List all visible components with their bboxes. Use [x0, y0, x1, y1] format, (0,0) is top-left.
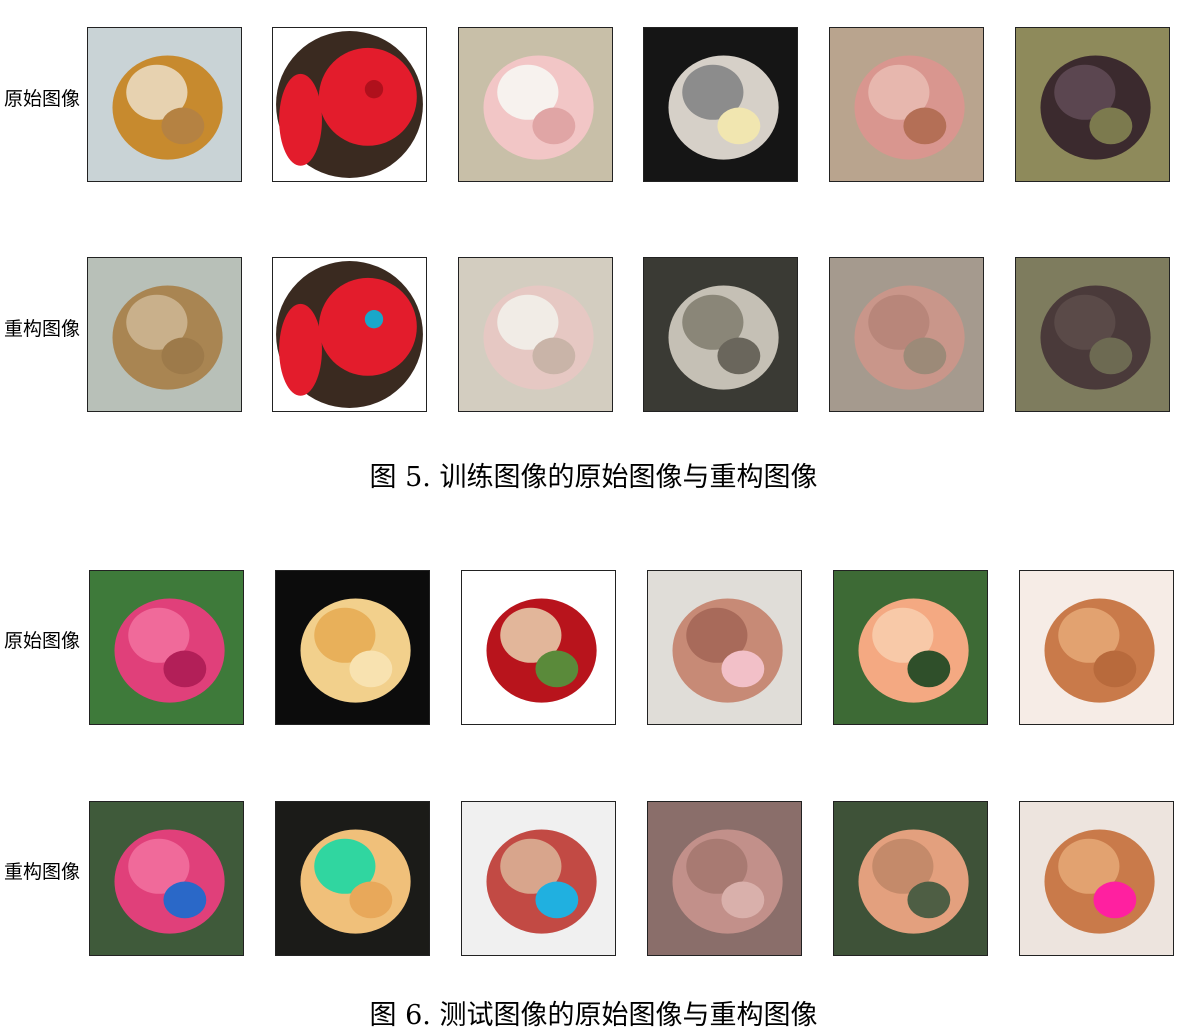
- newborn-recon-image: [829, 257, 984, 412]
- figure-6-caption: 图 6. 测试图像的原始图像与重构图像: [369, 1000, 818, 1031]
- red-rose-recon-image: [272, 257, 427, 412]
- peach-rose-image: [833, 570, 988, 725]
- baby-pink-hat-image: [458, 27, 613, 182]
- baby-dress-black-image: [643, 27, 798, 182]
- figure-5: 原始图像 重构图像 图 5. 训练图像的原始图像与重构图像: [0, 0, 1187, 500]
- row-label-reconstructed: 重构图像: [4, 861, 81, 883]
- cream-rose-image: [87, 27, 242, 182]
- baby-recon-image: [458, 257, 613, 412]
- dress-recon-image: [643, 257, 798, 412]
- dog-recon-image: [1015, 257, 1170, 412]
- baby-face-recon-image: [647, 801, 802, 956]
- baby-face-image: [647, 570, 802, 725]
- bread-recon-image: [1019, 801, 1174, 956]
- row-label-reconstructed: 重构图像: [4, 318, 81, 340]
- cream-rose-recon-image: [87, 257, 242, 412]
- yellow-rose-image: [275, 570, 430, 725]
- pink-rose-recon-image: [89, 801, 244, 956]
- figure-6: 原始图像 重构图像 图 6. 测试图像的原始图像与重构图像: [0, 540, 1187, 1031]
- dark-dog-image: [1015, 27, 1170, 182]
- row-label-original: 原始图像: [4, 630, 81, 652]
- rose-in-hand-image: [461, 570, 616, 725]
- row-label-original: 原始图像: [4, 88, 81, 110]
- peach-rose-recon-image: [833, 801, 988, 956]
- red-rose-circle-image: [272, 27, 427, 182]
- figure-5-caption: 图 5. 训练图像的原始图像与重构图像: [369, 462, 818, 493]
- newborn-hands-image: [829, 27, 984, 182]
- bread-shapes-image: [1019, 570, 1174, 725]
- pink-rose-image: [89, 570, 244, 725]
- yellow-rose-recon-image: [275, 801, 430, 956]
- rose-in-hand-recon-image: [461, 801, 616, 956]
